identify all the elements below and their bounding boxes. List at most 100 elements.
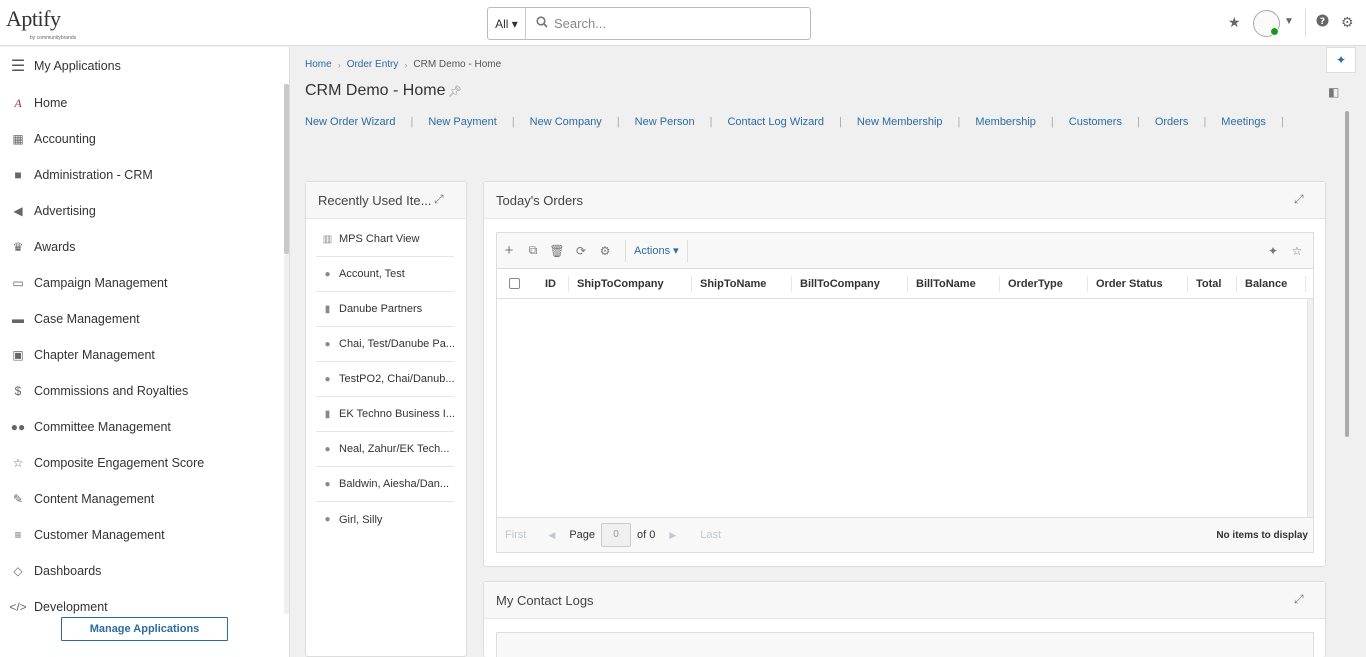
column-header[interactable]: Total (1188, 275, 1237, 292)
pager-last[interactable]: Last (700, 529, 721, 541)
sidebar-item-label: Customer Management (34, 528, 165, 542)
sidebar-scrollbar[interactable] (284, 84, 289, 254)
manage-applications-button[interactable]: Manage Applications (61, 617, 228, 641)
search-icon (536, 16, 548, 31)
actions-dropdown[interactable]: Actions ▾ (634, 244, 679, 257)
person-icon: ● (324, 338, 331, 350)
favorites-star-icon[interactable]: ★ (1228, 14, 1241, 31)
sidebar-item-label: Composite Engagement Score (34, 456, 205, 470)
orders-grid: ID ShipToCompany ShipToName BillToCompan… (496, 268, 1314, 518)
pager-next-icon[interactable]: ▶ (669, 530, 676, 541)
link-new-order-wizard[interactable]: New Order Wizard (305, 116, 395, 128)
sidebar-item-awards[interactable]: ♛ Awards (0, 229, 284, 265)
divider (686, 239, 688, 262)
list-item[interactable]: ● Baldwin, Aiesha/Dan... (316, 467, 454, 502)
pager-page-input[interactable]: 0 (601, 523, 632, 547)
list-item-label: Baldwin, Aiesha/Dan... (339, 478, 450, 490)
sidebar-item-commissions-and-royalties[interactable]: $ Commissions and Royalties (0, 373, 284, 409)
breadcrumb-home[interactable]: Home (305, 59, 332, 70)
sidebar-item-chapter-management[interactable]: ▣ Chapter Management (0, 337, 284, 373)
search-scope-dropdown[interactable]: All ▾ (488, 8, 526, 39)
panel-title: Recently Used Ite... (318, 192, 432, 208)
refresh-icon[interactable]: ⟳ (569, 244, 593, 258)
help-icon[interactable]: ? (1316, 14, 1329, 30)
layout-icon[interactable]: ◧ (1328, 85, 1339, 99)
list-item[interactable]: ● Chai, Test/Danube Pa... (316, 327, 454, 362)
pager-prev-icon[interactable]: ◀ (548, 530, 555, 541)
sidebar-item-composite-engagement-score[interactable]: ☆ Composite Engagement Score (0, 445, 284, 481)
person-icon: ● (324, 514, 331, 525)
favorite-star-icon[interactable]: ☆ (1285, 244, 1309, 258)
list-item[interactable]: ● Account, Test (316, 257, 454, 292)
column-header[interactable]: Balance (1237, 275, 1306, 292)
select-all-checkbox[interactable] (509, 278, 520, 289)
contact-card-icon: ▣ (12, 348, 24, 362)
column-header[interactable]: BillToCompany (792, 275, 908, 292)
link-new-membership[interactable]: New Membership (857, 116, 943, 128)
dollar-icon: $ (14, 384, 22, 398)
link-customers[interactable]: Customers (1069, 116, 1122, 128)
list-item[interactable]: ● TestPO2, Chai/Danub... (316, 362, 454, 397)
breadcrumb: Home › Order Entry › CRM Demo - Home (305, 59, 501, 70)
list-item-label: EK Techno Business I... (339, 408, 454, 420)
sidebar-item-home[interactable]: A Home (0, 85, 284, 121)
pin-panel-icon[interactable]: ✦ (1326, 47, 1356, 73)
todays-orders-header: Today's Orders (484, 182, 1325, 219)
sidebar-item-advertising[interactable]: ◀ Advertising (0, 193, 284, 229)
pager-first[interactable]: First (505, 529, 526, 541)
expand-icon[interactable]: ⤢ (434, 192, 444, 207)
quick-links: New Order Wizard | New Payment | New Compa… (305, 116, 1284, 128)
settings-gear-icon[interactable]: ⚙ (1341, 14, 1354, 31)
column-header[interactable]: ShipToCompany (569, 275, 692, 292)
list-item[interactable]: ● Neal, Zahur/EK Tech... (316, 432, 454, 467)
sidebar-item-customer-management[interactable]: ≡ Customer Management (0, 517, 284, 553)
sidebar-item-label: Dashboards (34, 564, 102, 578)
delete-trash-icon[interactable]: 🗑︎ (545, 244, 569, 258)
hamburger-menu-icon[interactable]: ☰ (0, 56, 34, 76)
sidebar-item-case-management[interactable]: ▬ Case Management (0, 301, 284, 337)
grid-scrollbar[interactable] (1307, 299, 1313, 517)
column-header[interactable]: OrderType (1000, 275, 1088, 292)
column-header[interactable]: ShipToName (692, 275, 792, 292)
link-new-person[interactable]: New Person (635, 116, 695, 128)
pager-page-label: Page (569, 529, 596, 541)
grid-header: ID ShipToCompany ShipToName BillToCompan… (497, 269, 1313, 299)
main-content: Home › Order Entry › CRM Demo - Home CRM… (290, 47, 1366, 657)
sidebar-item-administration-crm[interactable]: ■ Administration - CRM (0, 157, 284, 193)
list-item[interactable]: ▮ EK Techno Business I... (316, 397, 454, 432)
pin-icon[interactable]: 📌︎ (448, 85, 462, 98)
link-meetings[interactable]: Meetings (1221, 116, 1266, 128)
expand-icon[interactable]: ⤢ (1294, 192, 1304, 207)
settings-gear-icon[interactable]: ⚙ (593, 244, 617, 258)
link-new-payment[interactable]: New Payment (428, 116, 496, 128)
add-icon[interactable]: + (497, 242, 521, 259)
link-new-company[interactable]: New Company (530, 116, 602, 128)
main-scrollbar[interactable] (1345, 111, 1349, 437)
search-input[interactable] (554, 16, 794, 31)
trophy-icon: ♛ (12, 240, 24, 254)
my-applications-header[interactable]: ☰ My Applications (0, 48, 284, 84)
link-contact-log-wizard[interactable]: Contact Log Wizard (727, 116, 824, 128)
sidebar-item-campaign-management[interactable]: ▭ Campaign Management (0, 265, 284, 301)
breadcrumb-order-entry[interactable]: Order Entry (347, 59, 399, 70)
sidebar-item-accounting[interactable]: ▦ Accounting (0, 121, 284, 157)
sidebar-item-label: Campaign Management (34, 276, 168, 290)
list-item[interactable]: ▮ Danube Partners (316, 292, 454, 327)
column-header[interactable]: BillToName (908, 275, 1000, 292)
column-header[interactable]: ID (537, 275, 569, 292)
list-item[interactable]: ● Girl, Silly (316, 502, 454, 537)
sidebar-item-dashboards[interactable]: ◇ Dashboards (0, 553, 284, 589)
aptify-logo[interactable]: Aptify by communitybrands (6, 6, 76, 42)
sidebar-item-committee-management[interactable]: ●● Committee Management (0, 409, 284, 445)
person-icon: ● (324, 478, 331, 490)
link-orders[interactable]: Orders (1155, 116, 1189, 128)
column-header[interactable]: Order Status (1088, 275, 1188, 292)
list-item[interactable]: ▥ MPS Chart View (316, 222, 454, 257)
expand-icon[interactable]: ⤢ (1294, 592, 1304, 607)
open-external-icon[interactable]: ⧉ (521, 243, 545, 258)
pin-icon[interactable]: ✦ (1261, 244, 1285, 258)
sidebar-item-content-management[interactable]: ✎ Content Management (0, 481, 284, 517)
panel-title: My Contact Logs (496, 592, 594, 608)
chevron-down-icon[interactable]: ▼ (1284, 16, 1294, 27)
link-membership[interactable]: Membership (975, 116, 1036, 128)
